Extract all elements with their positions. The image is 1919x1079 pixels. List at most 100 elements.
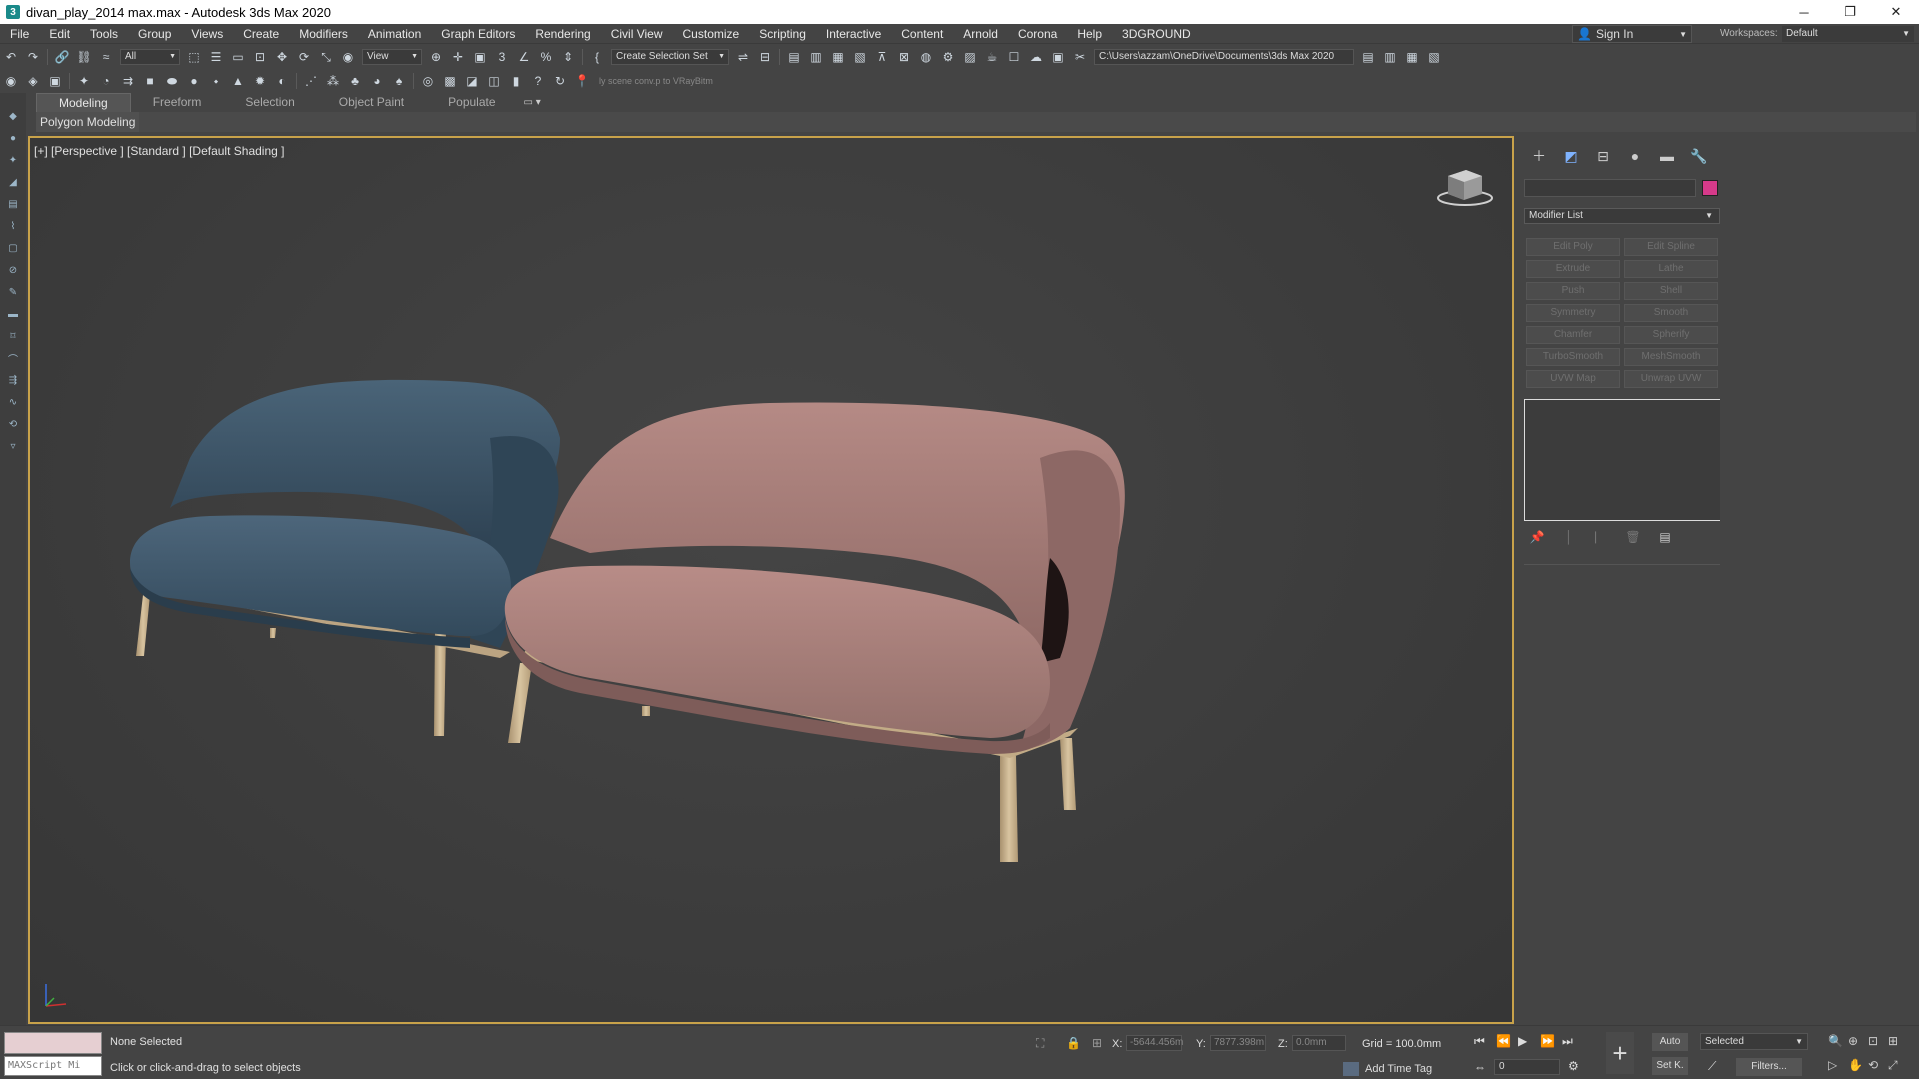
maximize-viewport-icon[interactable]: ⤢ — [1888, 1058, 1898, 1073]
uvw-map-button[interactable]: UVW Map — [1526, 370, 1620, 388]
viewport-label[interactable]: [+] [Perspective ] [Standard ] [Default … — [34, 144, 284, 158]
maxscript-listener-output[interactable] — [4, 1032, 102, 1054]
perspective-viewport[interactable]: [+] [Perspective ] [Standard ] [Default … — [28, 136, 1514, 1024]
meshsmooth-button[interactable]: MeshSmooth — [1624, 348, 1718, 366]
unwrap-uvw-button[interactable]: Unwrap UVW — [1624, 370, 1718, 388]
pivot-center-icon[interactable]: ⊕ — [426, 47, 446, 67]
help-icon[interactable]: ? — [528, 71, 548, 91]
rotate-icon[interactable]: ⟳ — [294, 47, 314, 67]
menu-scripting[interactable]: Scripting — [749, 24, 816, 44]
filter-groups-icon[interactable]: ▢ — [6, 241, 20, 255]
edit-spline-button[interactable]: Edit Spline — [1624, 238, 1718, 256]
zoom-all-icon[interactable]: ⊕ — [1848, 1034, 1858, 1048]
time-config-icon[interactable]: ⚙ — [1568, 1059, 1579, 1073]
tab-modeling[interactable]: Modeling — [36, 92, 131, 112]
display-tab-icon[interactable]: ▬ — [1654, 146, 1680, 166]
isolate-selection-icon[interactable]: ⛶ — [1036, 1036, 1044, 1051]
set-key-button[interactable]: Set K. — [1652, 1057, 1688, 1075]
align-icon[interactable]: ⊟ — [755, 47, 775, 67]
vray-icon[interactable]: ◈ — [23, 71, 43, 91]
material-sphere-icon[interactable]: ◕ — [367, 71, 387, 91]
spinner-snap-icon[interactable]: ⇕ — [558, 47, 578, 67]
configure-sets-icon[interactable]: ▤ — [1656, 528, 1674, 546]
tree-icon[interactable]: ♠ — [389, 71, 409, 91]
x-coordinate-field[interactable]: -5644.456m — [1126, 1035, 1183, 1051]
filter-warps-icon[interactable]: ⌇ — [6, 219, 20, 233]
modifier-list-dropdown[interactable]: Modifier List ▼ — [1524, 208, 1720, 224]
ribbon-toggle-icon[interactable]: ▦ — [828, 47, 848, 67]
selection-filter-dropdown[interactable]: All ▼ — [120, 49, 180, 65]
filter-hidden-icon[interactable]: ⌒ — [6, 351, 20, 366]
current-frame-field[interactable]: 0 — [1494, 1059, 1560, 1075]
previous-frame-icon[interactable]: ⏪ — [1496, 1034, 1511, 1048]
tab-object-paint[interactable]: Object Paint — [317, 93, 426, 111]
object-color-swatch[interactable] — [1702, 180, 1718, 196]
cylinder-primitive-icon[interactable]: ⬬ — [162, 71, 182, 91]
chamfer-button[interactable]: Chamfer — [1526, 326, 1620, 344]
filter-bones-icon[interactable]: ✎ — [6, 285, 20, 299]
project-open-icon[interactable]: ▥ — [1380, 47, 1400, 67]
angle-snap-icon[interactable]: ∠ — [514, 47, 534, 67]
plane-primitive-icon[interactable]: ⬩ — [206, 71, 226, 91]
material-editor-icon[interactable]: ◍ — [916, 47, 936, 67]
filter-geometry-icon[interactable]: ◆ — [6, 109, 20, 123]
filter-helpers-icon[interactable]: ▤ — [6, 197, 20, 211]
remove-modifier-icon[interactable]: 🗑 — [1624, 528, 1642, 546]
menu-create[interactable]: Create — [233, 24, 289, 44]
pin-stack-icon[interactable]: 📌 — [1528, 528, 1546, 546]
zoom-extents-icon[interactable]: ⊡ — [1868, 1034, 1878, 1048]
manipulate-icon[interactable]: ✛ — [448, 47, 468, 67]
snap-toggle-icon[interactable]: 3 — [492, 47, 512, 67]
project-path-field[interactable]: C:\Users\azzam\OneDrive\Documents\3ds Ma… — [1094, 49, 1354, 65]
layer-manager-icon[interactable]: ▤ — [784, 47, 804, 67]
color-grid-icon[interactable]: ▩ — [440, 71, 460, 91]
menu-arnold[interactable]: Arnold — [953, 24, 1008, 44]
unlink-icon[interactable]: ⛓ — [74, 47, 94, 67]
filter-more-icon[interactable]: ▿ — [6, 439, 20, 453]
maxscript-mini-listener[interactable]: MAXScript Mi — [4, 1056, 102, 1076]
menu-modifiers[interactable]: Modifiers — [289, 24, 358, 44]
menu-civil-view[interactable]: Civil View — [601, 24, 673, 44]
zoom-extents-all-icon[interactable]: ⊞ — [1888, 1034, 1898, 1048]
move-icon[interactable]: ✥ — [272, 47, 292, 67]
object-props-icon[interactable]: ◫ — [484, 71, 504, 91]
rect-selection-icon[interactable]: ▭ — [228, 47, 248, 67]
key-filter-dropdown[interactable]: Selected ▼ — [1700, 1033, 1808, 1050]
goto-start-icon[interactable]: ⏮ — [1474, 1034, 1485, 1049]
default-in-out-icon[interactable]: ⟋ — [1708, 1059, 1716, 1074]
filter-none-icon[interactable]: ∿ — [6, 395, 20, 409]
menu-rendering[interactable]: Rendering — [525, 24, 600, 44]
show-end-result-icon[interactable]: │ — [1560, 528, 1578, 546]
rendered-frame-icon[interactable]: ▨ — [960, 47, 980, 67]
maximize-button[interactable]: ❐ — [1827, 0, 1873, 24]
field-of-view-icon[interactable]: ▷ — [1828, 1058, 1837, 1072]
merge-icon[interactable]: ⇉ — [118, 71, 138, 91]
undo-icon[interactable]: ↶ — [1, 47, 21, 67]
create-tab-icon[interactable]: ＋ — [1526, 146, 1552, 166]
menu-3dground[interactable]: 3DGROUND — [1112, 24, 1201, 44]
absolute-mode-icon[interactable]: ⊞ — [1092, 1036, 1102, 1050]
workspace-select[interactable]: Default ▼ — [1782, 26, 1914, 42]
place-icon[interactable]: ◉ — [338, 47, 358, 67]
edit-named-selection-icon[interactable]: { — [587, 47, 607, 67]
modify-tab-icon[interactable]: ◩ — [1558, 146, 1584, 166]
render-production-icon[interactable]: ☐ — [1004, 47, 1024, 67]
add-time-tag[interactable]: Add Time Tag — [1365, 1063, 1432, 1075]
proxy-icon[interactable]: ♣ — [345, 71, 365, 91]
close-button[interactable]: ✕ — [1873, 0, 1919, 24]
scene-explorer-icon[interactable]: ▥ — [806, 47, 826, 67]
filter-xrefs-icon[interactable]: ⊘ — [6, 263, 20, 277]
render-setup-icon[interactable]: ⚙ — [938, 47, 958, 67]
menu-group[interactable]: Group — [128, 24, 181, 44]
make-unique-icon[interactable]: ⎸ — [1592, 528, 1610, 546]
grid-icon[interactable]: ⋰ — [301, 71, 321, 91]
filter-invert-icon[interactable]: ⟲ — [6, 417, 20, 431]
project-new-icon[interactable]: ▦ — [1402, 47, 1422, 67]
spherify-button[interactable]: Spherify — [1624, 326, 1718, 344]
sign-in-button[interactable]: 👤 Sign In ▼ — [1572, 25, 1692, 43]
y-coordinate-field[interactable]: 7877.398m — [1210, 1035, 1266, 1051]
menu-edit[interactable]: Edit — [39, 24, 80, 44]
zoom-icon[interactable]: 🔍 — [1828, 1034, 1843, 1048]
reference-coordinate-dropdown[interactable]: View ▼ — [362, 49, 422, 65]
sofa-pink[interactable] — [504, 402, 1125, 862]
